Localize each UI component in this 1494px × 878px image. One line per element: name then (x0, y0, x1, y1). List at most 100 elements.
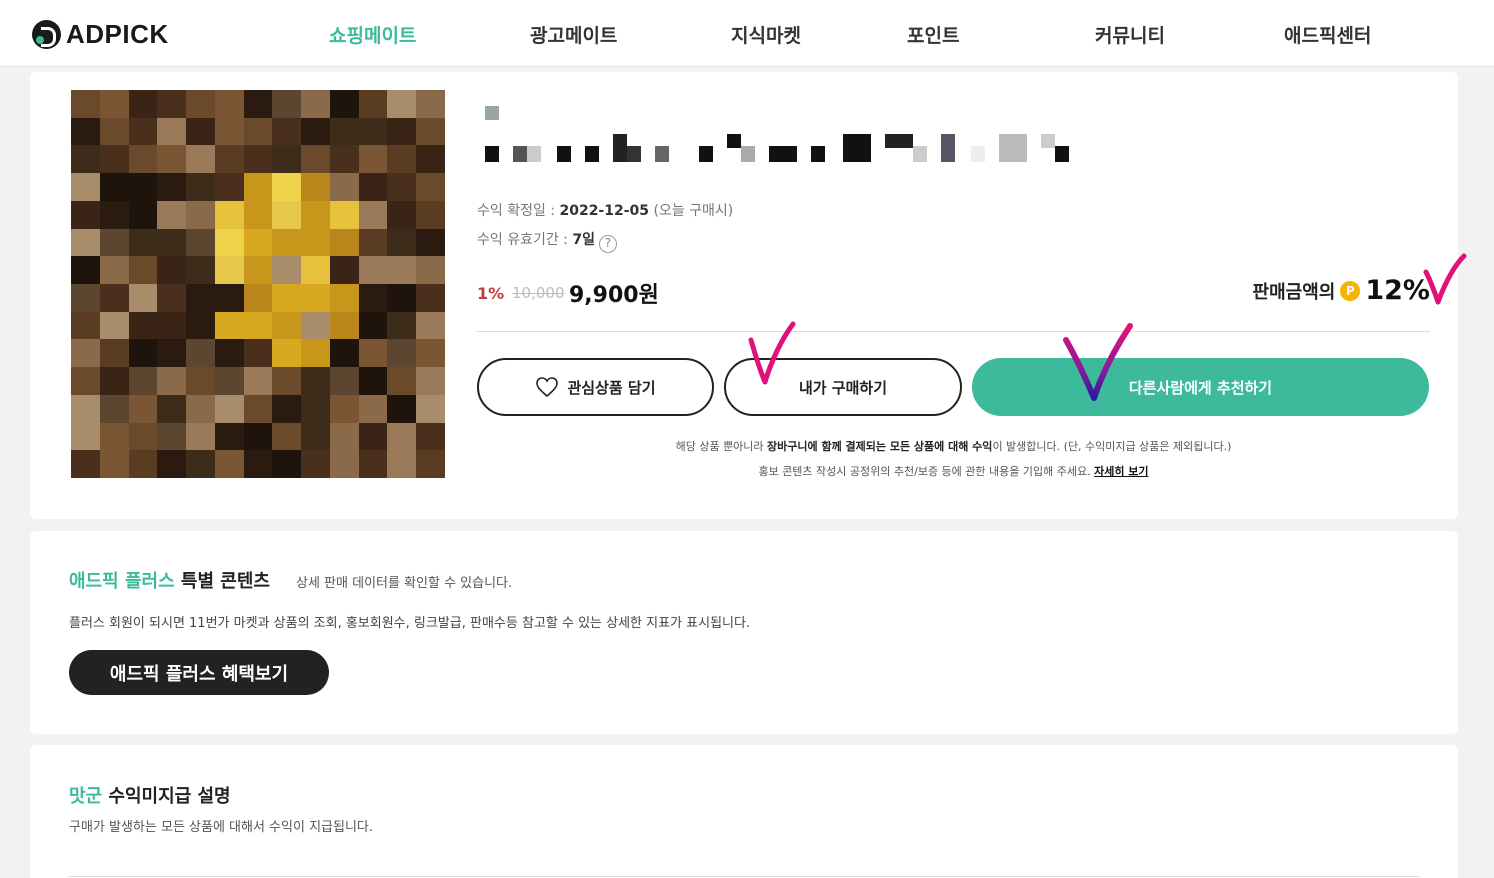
mosaic-pixel (358, 256, 388, 284)
censor-block (613, 134, 627, 162)
nav-shopping-mate[interactable]: 쇼핑메이트 (329, 21, 416, 48)
mosaic-pixel (214, 367, 244, 395)
mosaic-pixel (128, 339, 158, 368)
mosaic-pixel (387, 173, 417, 201)
mosaic-pixel (387, 394, 417, 423)
censor-block (557, 146, 571, 162)
mosaic-pixel (387, 228, 417, 257)
mosaic-pixel (272, 117, 302, 146)
mosaic-pixel (329, 200, 359, 229)
mosaic-pixel (214, 394, 244, 423)
mosaic-pixel (272, 339, 302, 368)
mosaic-pixel (71, 200, 100, 229)
mosaic-pixel (387, 117, 417, 146)
mosaic-pixel (416, 283, 445, 312)
mosaic-pixel (329, 339, 359, 368)
mosaic-pixel (99, 283, 129, 312)
mosaic-pixel (416, 256, 445, 284)
buy-label: 내가 구매하기 (798, 378, 888, 397)
mosaic-pixel (157, 422, 187, 451)
mosaic-pixel (272, 173, 302, 201)
mosaic-pixel (99, 173, 129, 201)
mosaic-pixel (128, 367, 158, 395)
logo-text: ADPICK (66, 19, 169, 49)
mosaic-pixel (301, 367, 330, 395)
mosaic-pixel (272, 283, 302, 312)
mosaic-pixel (272, 228, 302, 257)
confirm-note: (오늘 구매시) (649, 203, 734, 219)
censor-block (485, 146, 499, 162)
mosaic-pixel (358, 90, 388, 118)
mosaic-pixel (416, 200, 445, 229)
mosaic-pixel (157, 339, 187, 368)
view-details-link[interactable]: 자세히 보기 (1094, 465, 1148, 478)
valid-label: 수익 유효기간 : (477, 232, 573, 248)
recommend-to-others-button[interactable]: 다른사람에게 추천하기 (972, 358, 1429, 416)
mosaic-pixel (301, 228, 330, 257)
notice-text: 해당 상품 뿐아니라 (675, 440, 768, 453)
mosaic-pixel (186, 339, 215, 368)
mosaic-pixel (272, 256, 302, 284)
reward-label: 판매금액의 (1252, 281, 1336, 303)
mosaic-pixel (387, 90, 417, 118)
mosaic-pixel (214, 283, 244, 312)
mosaic-pixel (71, 145, 100, 174)
mosaic-pixel (157, 173, 187, 201)
mosaic-pixel (358, 450, 388, 478)
confirm-date-value: 2022-12-05 (559, 203, 650, 219)
mosaic-pixel (358, 422, 388, 451)
censor-block (971, 146, 985, 162)
recommend-label: 다른사람에게 추천하기 (1128, 378, 1273, 397)
wishlist-label: 관심상품 담기 (567, 378, 656, 397)
nav-ad-mate[interactable]: 광고메이트 (530, 21, 617, 48)
mosaic-pixel (157, 311, 187, 340)
mosaic-pixel (214, 339, 244, 368)
mosaic-pixel (186, 422, 215, 451)
mosaic-pixel (128, 145, 158, 174)
mosaic-pixel (243, 90, 273, 118)
logo-mark-icon (32, 20, 61, 49)
sale-price: 9,900원 (569, 283, 659, 308)
valid-value: 7일 (572, 232, 595, 248)
mosaic-pixel (214, 173, 244, 201)
mosaic-pixel (329, 90, 359, 118)
censor-block (585, 146, 599, 162)
mosaic-pixel (243, 422, 273, 451)
view-plus-benefits-button[interactable]: 애드픽 플러스 혜택보기 (69, 650, 329, 695)
mosaic-pixel (99, 450, 129, 478)
point-coin-icon: P (1340, 280, 1361, 301)
unpaid-title-rest: 수익미지급 설명 (102, 786, 231, 807)
mosaic-pixel (272, 394, 302, 423)
disclosure-text: 홍보 콘텐츠 작성시 공정위의 추천/보증 등에 관한 내용을 기입해 주세요. (758, 465, 1095, 478)
add-to-wishlist-button[interactable]: 관심상품 담기 (477, 358, 714, 416)
help-icon[interactable]: ? (598, 235, 617, 253)
nav-adpick-center[interactable]: 애드픽센터 (1284, 21, 1371, 48)
mosaic-pixel (71, 450, 100, 478)
nav-knowledge-market[interactable]: 지식마켓 (731, 21, 801, 48)
mosaic-pixel (157, 200, 187, 229)
mosaic-pixel (243, 339, 273, 368)
mosaic-pixel (243, 311, 273, 340)
mosaic-pixel (186, 450, 215, 478)
mosaic-pixel (272, 200, 302, 229)
mosaic-pixel (157, 90, 187, 118)
nav-community[interactable]: 커뮤니티 (1095, 21, 1165, 48)
mosaic-pixel (329, 145, 359, 174)
nav-point[interactable]: 포인트 (907, 21, 959, 48)
mosaic-pixel (128, 311, 158, 340)
mosaic-pixel (272, 367, 302, 395)
mosaic-pixel (128, 117, 158, 146)
mosaic-pixel (387, 422, 417, 451)
mosaic-pixel (157, 283, 187, 312)
product-image-pixelated[interactable] (71, 90, 445, 478)
mosaic-pixel (387, 450, 417, 478)
censor-block (627, 146, 641, 162)
profit-valid-period: 수익 유효기간 : 7일? (477, 229, 617, 253)
censor-block (655, 146, 669, 162)
censor-block (769, 146, 797, 162)
adpick-logo[interactable]: ADPICK (32, 19, 169, 50)
mosaic-pixel (128, 450, 158, 478)
buy-myself-button[interactable]: 내가 구매하기 (724, 358, 962, 416)
mosaic-pixel (243, 394, 273, 423)
mosaic-pixel (128, 422, 158, 451)
